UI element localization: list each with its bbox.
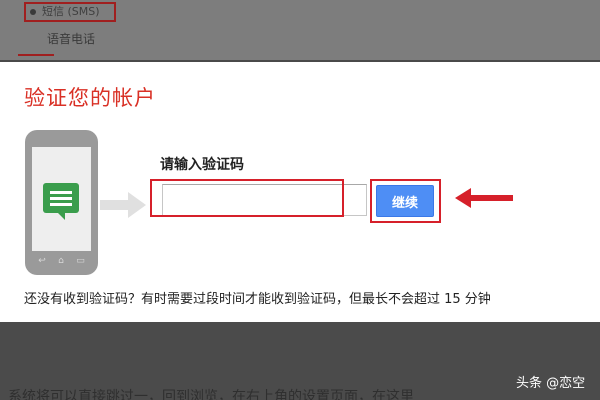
code-field-label: 请输入验证码 (160, 157, 244, 173)
back-icon: ↩ (38, 256, 46, 266)
bg-voice-option: 语音电话 (47, 32, 96, 46)
bg-highlight-fragment (18, 54, 54, 62)
bg-sms-label: 短信 (SMS) (42, 5, 100, 18)
phone-nav-bar: ↩ ⌂ ▭ (25, 254, 98, 268)
input-highlight-box (150, 179, 344, 217)
bg-sms-option: 短信 (SMS) (24, 2, 116, 22)
red-arrow-left-icon (455, 188, 513, 208)
home-icon: ⌂ (58, 256, 64, 266)
dialog-title: 验证您的帐户 (24, 86, 156, 110)
help-text: 还没有收到验证码？有时需要过段时间才能收到验证码，但最长不会超过 15 分钟 (24, 292, 491, 307)
message-tail (58, 213, 65, 220)
phone-screen (32, 147, 91, 251)
radio-selected-icon (30, 9, 36, 15)
message-icon (43, 183, 79, 213)
watermark: 头条 @恋空 (516, 376, 586, 391)
bg-bottom-text: 系统将可以直接跳过一，回到浏览，在右上角的设置页面，在这里 (8, 389, 414, 400)
recents-icon: ▭ (76, 256, 85, 266)
verify-account-dialog: 验证您的帐户 ↩ ⌂ ▭ 请输入验证码 继续 还没有收到验证码？有时需要过段时间… (0, 62, 600, 322)
background-page: 短信 (SMS) 语音电话 (0, 0, 600, 60)
arrow-right-icon (100, 192, 146, 218)
smartphone-icon: ↩ ⌂ ▭ (25, 130, 98, 275)
button-highlight-box (370, 179, 441, 223)
